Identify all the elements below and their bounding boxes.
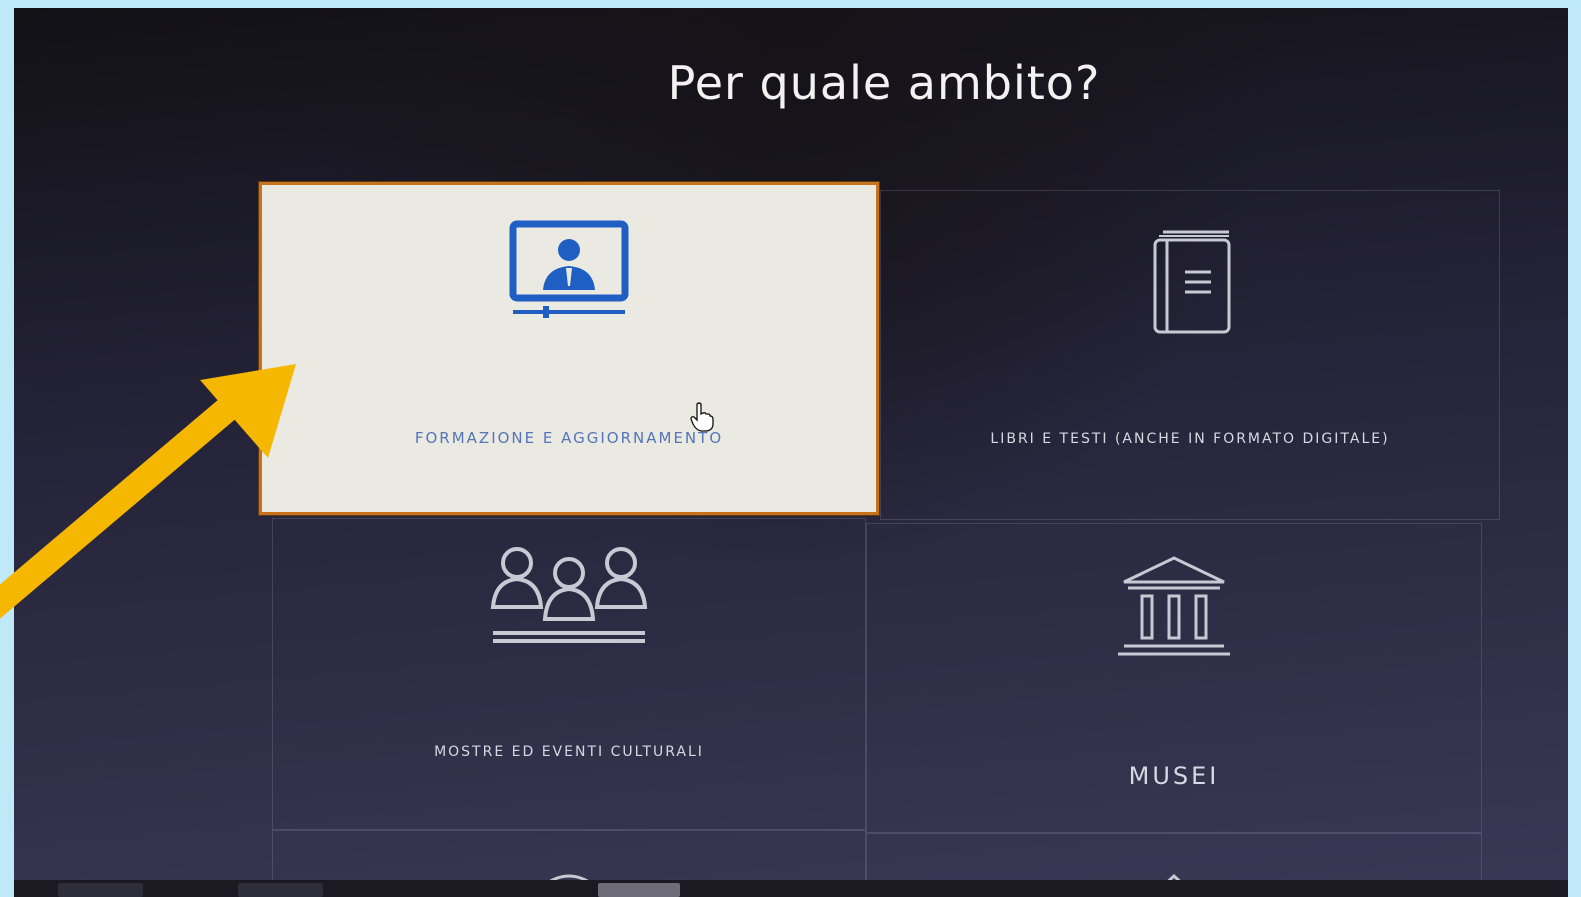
option-musei[interactable]: MUSEI: [866, 523, 1482, 833]
option-label: FORMAZIONE E AGGIORNAMENTO: [414, 429, 724, 447]
taskbar: [14, 880, 1568, 897]
option-label: MOSTRE ED EVENTI CULTURALI: [434, 744, 704, 760]
option-mostre-ed-eventi-culturali[interactable]: MOSTRE ED EVENTI CULTURALI: [272, 518, 866, 830]
museum-icon: [1118, 556, 1230, 656]
taskbar-item[interactable]: [598, 883, 680, 897]
option-label: MUSEI: [1128, 762, 1220, 790]
screen: Per quale ambito? FORMAZIONE E AGGIORNAM…: [14, 8, 1568, 897]
option-formazione-e-aggiornamento[interactable]: FORMAZIONE E AGGIORNAMENTO: [259, 182, 879, 515]
people-group-icon: [490, 547, 648, 643]
taskbar-item[interactable]: [58, 883, 143, 897]
video-lesson-icon: [509, 220, 629, 318]
page-title: Per quale ambito?: [667, 56, 1101, 110]
taskbar-item[interactable]: [238, 883, 323, 897]
option-libri-e-testi[interactable]: LIBRI E TESTI (ANCHE IN FORMATO DIGITALE…: [880, 190, 1500, 520]
book-icon: [1153, 230, 1231, 334]
hand-pointer-icon: [690, 402, 714, 432]
option-label: LIBRI E TESTI (ANCHE IN FORMATO DIGITALE…: [990, 431, 1390, 447]
